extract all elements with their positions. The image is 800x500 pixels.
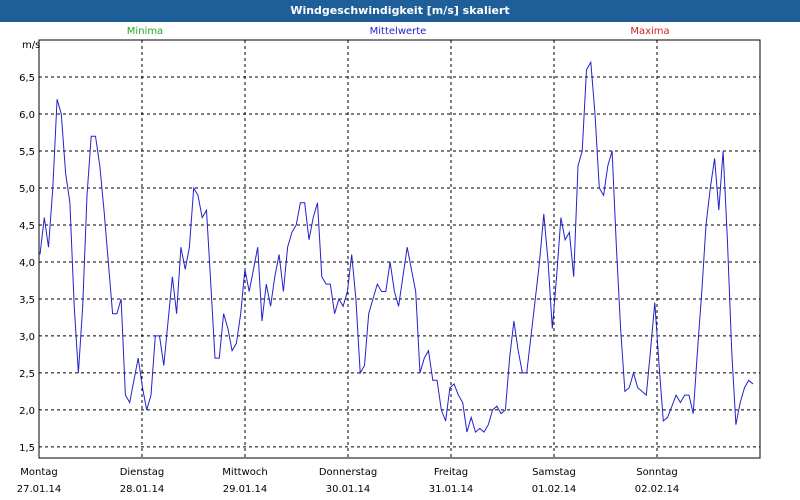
x-tick-day: Samstag bbox=[532, 467, 576, 478]
y-tick-label: 2,5 bbox=[19, 369, 35, 380]
y-axis-unit: m/s bbox=[22, 40, 40, 51]
x-tick-date: 31.01.14 bbox=[429, 484, 474, 495]
x-tick-day: Dienstag bbox=[120, 467, 165, 478]
y-tick-label: 5,0 bbox=[19, 184, 35, 195]
plot-area bbox=[38, 39, 761, 459]
y-tick-label: 6,5 bbox=[19, 73, 35, 84]
y-tick-label: 4,0 bbox=[19, 258, 35, 269]
x-tick-date: 01.02.14 bbox=[532, 484, 577, 495]
legend-mittelwerte: Mittelwerte bbox=[370, 26, 427, 37]
legend-maxima: Maxima bbox=[630, 26, 669, 37]
x-tick-date: 28.01.14 bbox=[120, 484, 165, 495]
y-tick-label: 3,0 bbox=[19, 332, 35, 343]
chart-title: Windgeschwindigkeit [m/s] skaliert bbox=[0, 0, 800, 22]
x-tick-date: 02.02.14 bbox=[635, 484, 680, 495]
y-tick-label: 2,0 bbox=[19, 406, 35, 417]
x-tick-day: Mittwoch bbox=[222, 467, 267, 478]
y-tick-label: 4,5 bbox=[19, 221, 35, 232]
line-chart: 1,5 2,0 2,5 3,0 3,5 4,0 4,5 5,0 5,5 6,0 6,5 Montag… bbox=[17, 26, 761, 495]
x-tick-day: Sonntag bbox=[636, 467, 678, 478]
x-tick-day: Montag bbox=[20, 467, 57, 478]
y-tick-label: 6,0 bbox=[19, 110, 35, 121]
x-tick-date: 30.01.14 bbox=[326, 484, 371, 495]
x-tick-labels: Montag 27.01.14 Dienstag 28.01.14 Mittwoch 29… bbox=[17, 467, 680, 495]
chart-window: Windgeschwindigkeit [m/s] skaliert 1,5 2,… bbox=[0, 0, 800, 500]
legend-minima: Minima bbox=[127, 26, 163, 37]
x-tick-day: Donnerstag bbox=[319, 467, 377, 478]
x-tick-date: 27.01.14 bbox=[17, 484, 62, 495]
x-tick-date: 29.01.14 bbox=[223, 484, 268, 495]
x-tick-day: Freitag bbox=[434, 467, 468, 478]
y-tick-label: 1,5 bbox=[19, 443, 35, 454]
y-tick-label: 5,5 bbox=[19, 147, 35, 158]
y-tick-label: 3,5 bbox=[19, 295, 35, 306]
y-tick-labels: 1,5 2,0 2,5 3,0 3,5 4,0 4,5 5,0 5,5 6,0 6,5 bbox=[19, 73, 35, 454]
